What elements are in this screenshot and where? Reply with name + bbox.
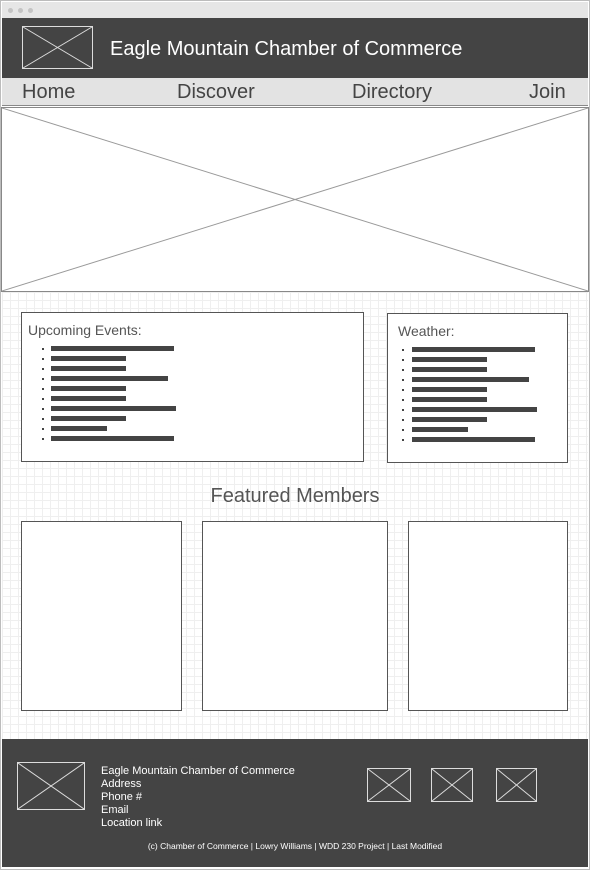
list-bullet: [402, 359, 404, 361]
footer-copyright: (c) Chamber of Commerce | Lowry Williams…: [147, 841, 443, 851]
list-bullet: [402, 429, 404, 431]
list-bullet: [42, 438, 44, 440]
social-image-placeholder-icon[interactable]: [367, 768, 411, 802]
list-item-placeholder: [412, 397, 487, 402]
list-bullet: [42, 428, 44, 430]
window-control-dot[interactable]: [18, 8, 23, 13]
list-item-placeholder: [51, 356, 126, 361]
list-item-placeholder: [412, 417, 487, 422]
list-bullet: [402, 389, 404, 391]
list-item-placeholder: [412, 427, 468, 432]
list-item-placeholder: [412, 367, 487, 372]
window-control-dot[interactable]: [8, 8, 13, 13]
social-image-placeholder-icon[interactable]: [431, 768, 473, 802]
list-item-placeholder: [51, 406, 176, 411]
site-title: Eagle Mountain Chamber of Commerce: [110, 38, 463, 60]
featured-member-card[interactable]: [408, 521, 568, 711]
list-bullet: [42, 388, 44, 390]
list-item-placeholder: [51, 366, 126, 371]
list-bullet: [402, 399, 404, 401]
list-bullet: [402, 369, 404, 371]
list-item-placeholder: [412, 387, 487, 392]
list-bullet: [42, 418, 44, 420]
nav-item-join[interactable]: Join: [529, 81, 566, 104]
weather-panel: Weather:: [387, 313, 568, 463]
list-item-placeholder: [51, 436, 174, 441]
list-item-placeholder: [51, 376, 168, 381]
main-nav: Home Discover Directory Join: [2, 78, 588, 106]
list-item-placeholder: [412, 437, 535, 442]
featured-members-title: Featured Members: [210, 485, 380, 507]
nav-item-directory[interactable]: Directory: [352, 81, 432, 104]
site-header: Eagle Mountain Chamber of Commerce: [2, 18, 588, 78]
featured-member-card[interactable]: [202, 521, 388, 711]
list-item-placeholder: [51, 416, 126, 421]
logo-image-placeholder-icon[interactable]: [22, 26, 93, 69]
list-item-placeholder: [412, 357, 487, 362]
list-bullet: [402, 439, 404, 441]
list-item-placeholder: [51, 346, 174, 351]
hero-image-placeholder-icon: [1, 107, 589, 292]
upcoming-events-panel: Upcoming Events:: [21, 312, 364, 462]
list-bullet: [42, 378, 44, 380]
list-bullet: [42, 398, 44, 400]
list-item-placeholder: [51, 386, 126, 391]
list-item-placeholder: [412, 407, 537, 412]
footer-contact-info: Eagle Mountain Chamber of Commerce Addre…: [101, 765, 295, 830]
list-item-placeholder: [412, 347, 535, 352]
footer-email[interactable]: Email: [101, 804, 295, 817]
site-footer: Eagle Mountain Chamber of Commerce Addre…: [2, 739, 588, 867]
list-bullet: [42, 408, 44, 410]
footer-location-link[interactable]: Location link: [101, 817, 295, 830]
list-bullet: [402, 409, 404, 411]
list-bullet: [42, 348, 44, 350]
upcoming-events-title: Upcoming Events:: [28, 322, 142, 338]
window-control-dot[interactable]: [28, 8, 33, 13]
footer-phone: Phone #: [101, 791, 142, 803]
content-area: Upcoming Events: Weather: Featured Membe…: [2, 292, 588, 739]
list-bullet: [42, 368, 44, 370]
footer-logo-placeholder-icon[interactable]: [17, 762, 85, 810]
footer-address: Address: [101, 778, 142, 790]
list-bullet: [42, 358, 44, 360]
list-bullet: [402, 419, 404, 421]
list-item-placeholder: [412, 377, 529, 382]
list-item-placeholder: [51, 426, 107, 431]
list-item-placeholder: [51, 396, 126, 401]
list-bullet: [402, 379, 404, 381]
list-bullet: [402, 349, 404, 351]
browser-window-bar: [2, 2, 588, 18]
footer-org-name: Eagle Mountain Chamber of Commerce: [101, 765, 295, 777]
nav-item-discover[interactable]: Discover: [177, 81, 255, 104]
featured-member-card[interactable]: [21, 521, 182, 711]
nav-item-home[interactable]: Home: [22, 81, 75, 104]
weather-title: Weather:: [398, 323, 455, 339]
page-frame: Eagle Mountain Chamber of Commerce Home …: [0, 0, 590, 870]
social-image-placeholder-icon[interactable]: [496, 768, 537, 802]
